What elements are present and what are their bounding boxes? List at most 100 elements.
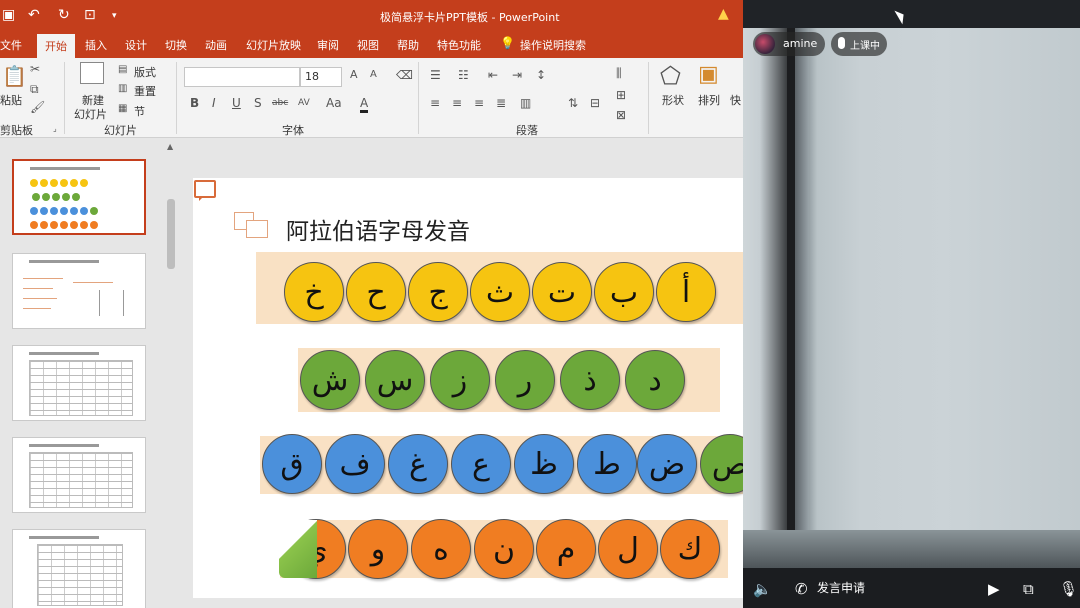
line-spacing-icon[interactable]: ↕ — [536, 68, 546, 82]
bold-button[interactable]: B — [190, 96, 199, 110]
letter-circle[interactable]: ج — [408, 262, 468, 322]
letter-circle[interactable]: ع — [451, 434, 511, 494]
tab-slideshow[interactable]: 幻灯片放映 — [246, 37, 301, 53]
microphone-icon[interactable]: 🎙 — [1059, 580, 1078, 598]
tab-view[interactable]: 视图 — [357, 37, 379, 53]
section-button[interactable]: 节 — [134, 103, 145, 119]
undo-icon[interactable]: ↶ — [28, 7, 40, 23]
spacing-button[interactable]: AV — [298, 98, 310, 108]
slide-thumbnail-2[interactable] — [12, 253, 146, 329]
numbering-icon[interactable]: ☷ — [458, 68, 469, 82]
slide-title[interactable]: 阿拉伯语字母发音 — [286, 212, 470, 246]
align-center-icon[interactable]: ≡ — [452, 96, 462, 110]
smartart-icon[interactable]: ⊠ — [616, 108, 626, 122]
letter-circle[interactable]: ن — [474, 519, 534, 579]
text-direction-icon[interactable]: ⇅ — [568, 96, 578, 110]
paste-button[interactable]: 粘贴 — [0, 92, 22, 108]
tab-help[interactable]: 帮助 — [397, 37, 419, 53]
thumbnails-scrollbar[interactable]: ▲ — [164, 139, 178, 608]
align-text-icon-2[interactable]: ⊞ — [616, 88, 626, 102]
letter-circle[interactable]: ث — [470, 262, 530, 322]
letter-circle[interactable]: ح — [346, 262, 406, 322]
letter-circle[interactable]: ط — [577, 434, 637, 494]
tab-design[interactable]: 设计 — [125, 37, 147, 53]
tab-features[interactable]: 特色功能 — [437, 37, 481, 53]
letter-circle[interactable]: غ — [388, 434, 448, 494]
slide-thumbnail-3[interactable] — [12, 345, 146, 421]
tab-animations[interactable]: 动画 — [205, 37, 227, 53]
redo-icon[interactable]: ↻ — [58, 7, 70, 23]
volume-icon[interactable]: 🔈 — [753, 580, 772, 598]
letter-circle[interactable]: س — [365, 350, 425, 410]
copy-icon[interactable]: ⧉ — [30, 82, 39, 97]
grow-font-icon[interactable]: A — [350, 68, 358, 81]
letter-circle[interactable]: ش — [300, 350, 360, 410]
shadow-button[interactable]: S — [254, 96, 262, 110]
screen-share-icon[interactable]: ⧉ — [1023, 580, 1034, 598]
save-icon[interactable]: ▣ — [2, 7, 15, 23]
slide-thumbnail-4[interactable] — [12, 437, 146, 513]
font-color-button[interactable]: A — [360, 96, 369, 113]
increase-indent-icon[interactable]: ⇥ — [512, 68, 522, 82]
letter-circle[interactable]: ه — [411, 519, 471, 579]
layout-button[interactable]: 版式 — [134, 64, 156, 80]
font-name-field[interactable] — [184, 67, 300, 87]
quick-styles-button[interactable]: 快 — [730, 92, 741, 108]
format-painter-icon[interactable]: 🖌 — [30, 100, 45, 114]
strikethrough-button[interactable]: abc — [272, 98, 288, 108]
justify-icon[interactable]: ≣ — [496, 96, 506, 110]
letter-circle[interactable]: ق — [262, 434, 322, 494]
paste-icon[interactable]: 📋 — [2, 64, 27, 88]
align-left-icon[interactable]: ≡ — [430, 96, 440, 110]
text-direction-icon-2[interactable]: ⫼ — [616, 66, 622, 81]
letter-circle[interactable]: ر — [495, 350, 555, 410]
letter-circle[interactable]: ك — [660, 519, 720, 579]
letter-circle[interactable]: ظ — [514, 434, 574, 494]
new-slide-icon[interactable] — [80, 62, 104, 84]
letter-circle[interactable]: د — [625, 350, 685, 410]
new-slide-label-2[interactable]: 幻灯片 — [74, 106, 107, 122]
phone-icon[interactable]: ✆ — [795, 580, 808, 598]
reset-button[interactable]: 重置 — [134, 83, 156, 99]
italic-button[interactable]: I — [212, 96, 216, 110]
tab-home[interactable]: 开始 — [37, 34, 75, 58]
tell-me-search[interactable]: 操作说明搜索 — [520, 37, 586, 53]
slide-thumbnail-1[interactable] — [12, 159, 146, 235]
letter-circle[interactable]: ض — [637, 434, 697, 494]
letter-circle[interactable]: و — [348, 519, 408, 579]
align-text-icon[interactable]: ⊟ — [590, 96, 600, 110]
decrease-indent-icon[interactable]: ⇤ — [488, 68, 498, 82]
shrink-font-icon[interactable]: A — [370, 69, 377, 80]
letter-circle[interactable]: ف — [325, 434, 385, 494]
columns-icon[interactable]: ▥ — [520, 96, 531, 110]
dialog-launcher-icon[interactable]: ⌟ — [53, 124, 57, 133]
tab-insert[interactable]: 插入 — [85, 37, 107, 53]
present-icon[interactable]: ⊡ — [84, 7, 96, 23]
font-size-field[interactable]: 18 — [300, 67, 342, 87]
letter-circle[interactable]: ز — [430, 350, 490, 410]
customize-icon[interactable]: ▾ — [112, 11, 117, 21]
cut-icon[interactable]: ✂ — [30, 62, 40, 76]
underline-button[interactable]: U — [232, 96, 241, 110]
scroll-up-icon[interactable]: ▲ — [167, 142, 173, 151]
slide-thumbnail-5[interactable] — [12, 529, 146, 608]
tab-file[interactable]: 文件 — [0, 37, 22, 53]
arrange-button[interactable]: 排列 — [698, 92, 720, 108]
letter-circle[interactable]: ت — [532, 262, 592, 322]
letter-circle[interactable]: م — [536, 519, 596, 579]
change-case-button[interactable]: Aa — [326, 96, 342, 110]
clear-format-icon[interactable]: ⌫ — [396, 68, 413, 82]
bullets-icon[interactable]: ☰ — [430, 68, 441, 82]
letter-circle[interactable]: ب — [594, 262, 654, 322]
shapes-button[interactable]: 形状 — [662, 92, 684, 108]
scrollbar-thumb[interactable] — [167, 199, 175, 269]
letter-circle[interactable]: ل — [598, 519, 658, 579]
letter-circle[interactable]: خ — [284, 262, 344, 322]
tab-review[interactable]: 审阅 — [317, 37, 339, 53]
warning-icon[interactable]: ▲ — [718, 6, 729, 22]
comment-icon[interactable] — [194, 180, 216, 201]
letter-circle[interactable]: ذ — [560, 350, 620, 410]
speak-request-button[interactable]: 发言申请 — [817, 579, 865, 596]
arrange-icon[interactable]: ▣ — [698, 62, 719, 87]
camera-icon[interactable]: ▶ — [988, 580, 1000, 598]
